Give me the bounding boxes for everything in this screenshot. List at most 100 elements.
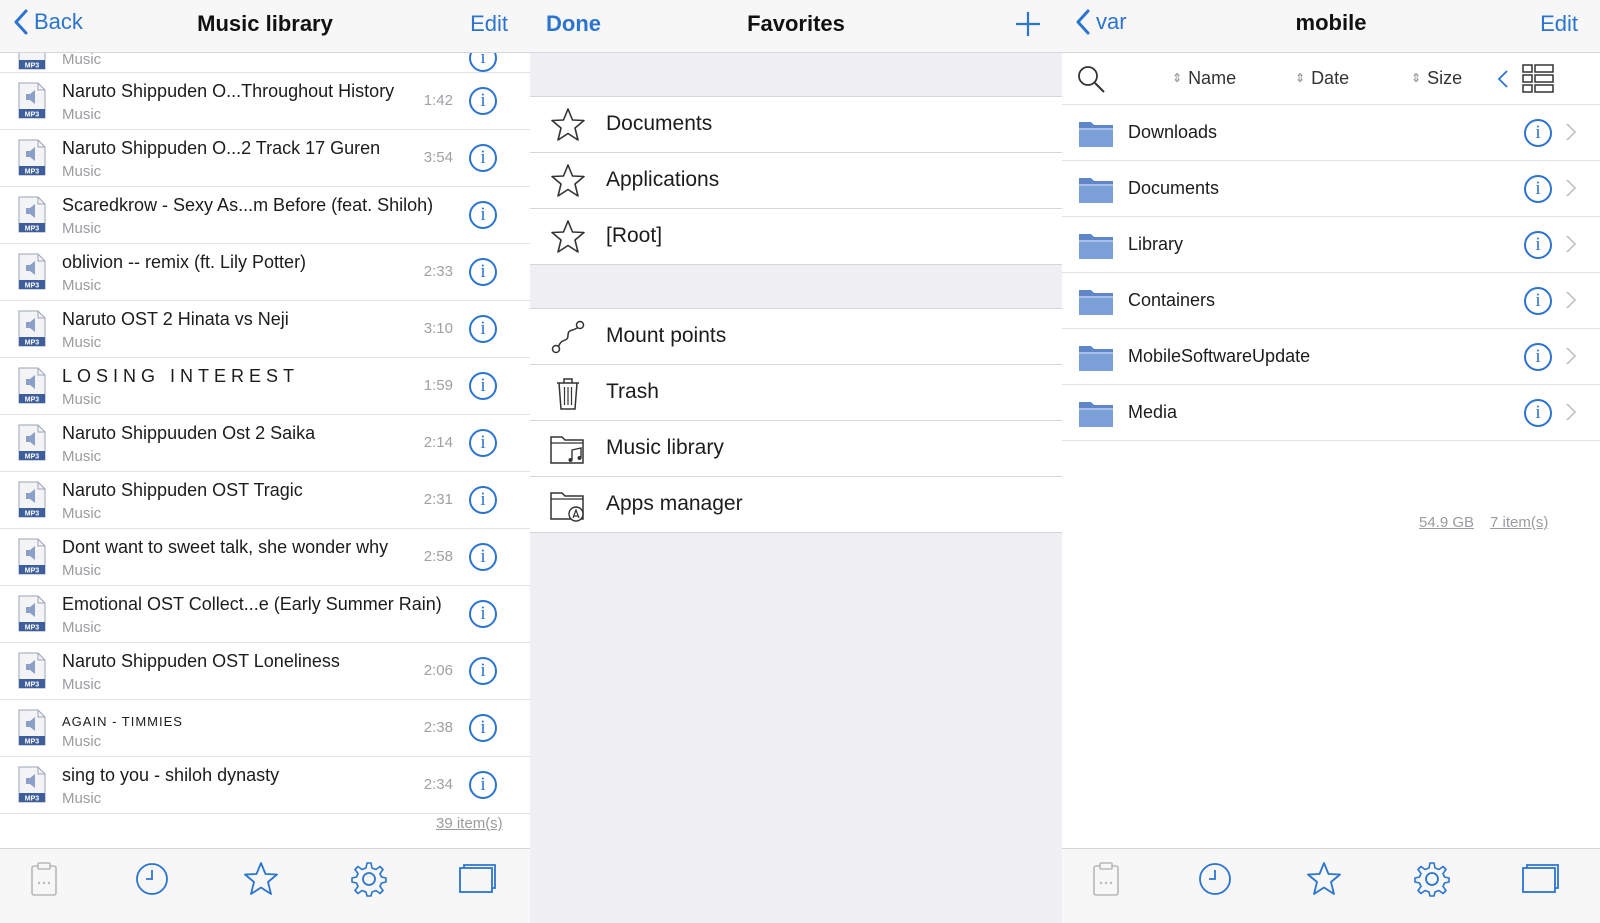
info-icon[interactable]: i [469, 486, 497, 514]
info-icon[interactable]: i [469, 372, 497, 400]
sort-by-date[interactable]: ⇕ Date [1295, 68, 1349, 89]
edit-button[interactable]: Edit [1540, 11, 1578, 37]
favorite-item[interactable]: Music library [530, 421, 1062, 477]
item-count[interactable]: 39 item(s) [436, 815, 503, 832]
folder-row[interactable]: Media i [1062, 385, 1600, 441]
folder-name: Downloads [1128, 122, 1218, 142]
info-icon[interactable]: i [469, 600, 497, 628]
sort-by-size[interactable]: ⇕ Size [1411, 68, 1462, 89]
trash-icon [557, 378, 579, 410]
favorite-label: Music library [606, 436, 724, 459]
info-icon[interactable]: i [469, 429, 497, 457]
search-icon[interactable] [1076, 64, 1106, 94]
song-duration: 2:34 [423, 776, 453, 793]
add-icon[interactable] [1014, 8, 1042, 40]
folder-row[interactable]: Containers i [1062, 273, 1600, 329]
favorite-item[interactable]: [Root] [530, 209, 1062, 265]
song-duration: 1:59 [423, 377, 453, 394]
song-title: Naruto Shippuden OST Tragic [62, 480, 303, 500]
sort-name-label: Name [1188, 68, 1237, 88]
info-icon[interactable]: i [1524, 119, 1552, 147]
sort-by-name[interactable]: ⇕ Name [1172, 68, 1236, 89]
clipboard-icon[interactable] [1086, 859, 1126, 899]
chevron-right-icon [1566, 347, 1576, 365]
list-item[interactable]: MP3 sing to you - shiloh dynasty Music 2:34… [0, 757, 530, 814]
mp3-file-icon: MP3 [18, 424, 46, 461]
song-subtitle: Music [62, 733, 102, 750]
chevron-left-icon [1076, 9, 1090, 35]
list-item[interactable]: MP3 Naruto Shippuuden Ost 2 Saika Music 2:1… [0, 415, 530, 472]
svg-text:MP3: MP3 [25, 454, 40, 461]
info-icon[interactable]: i [469, 87, 497, 115]
favorite-label: [Root] [606, 224, 663, 247]
gear-icon[interactable] [349, 859, 389, 899]
song-subtitle: Music [62, 277, 102, 294]
back-button[interactable]: var [1076, 9, 1127, 35]
list-item[interactable]: MP3 Emotional OST Collect...e (Early Summ… [0, 586, 530, 643]
edit-button[interactable]: Edit [470, 11, 508, 37]
list-item[interactable]: MP3 oblivion -- remix (ft. Lily Potter) Mu… [0, 244, 530, 301]
list-item[interactable]: MP3 Dont want to sweet talk, she wonder w… [0, 529, 530, 586]
back-button[interactable]: Back [14, 9, 83, 35]
info-icon[interactable]: i [1524, 175, 1552, 203]
clock-icon[interactable] [132, 859, 172, 899]
info-icon[interactable]: i [1524, 399, 1552, 427]
chevron-left-icon[interactable] [1498, 70, 1508, 88]
list-item[interactable]: MP3 Music i [0, 33, 530, 73]
mp3-file-icon: MP3 [18, 481, 46, 518]
list-item[interactable]: MP3 Naruto Shippuden O...Throughout Histo… [0, 73, 530, 130]
list-item[interactable]: MP3 Naruto Shippuden OST Tragic Music 2:31 i [0, 472, 530, 529]
mp3-file-icon: MP3 [18, 196, 46, 233]
done-button[interactable]: Done [546, 11, 601, 37]
list-item[interactable]: MP3 again - timmies Music 2:38 i [0, 700, 530, 757]
list-item[interactable]: MP3 Naruto Shippuden OST Loneliness Music 2… [0, 643, 530, 700]
folder-row[interactable]: MobileSoftwareUpdate i [1062, 329, 1600, 385]
song-title: Naruto Shippuden O...2 Track 17 Guren [62, 138, 381, 158]
favorite-item[interactable]: Documents [530, 97, 1062, 153]
folder-name: Library [1128, 234, 1184, 254]
favorite-item[interactable]: Applications [530, 153, 1062, 209]
info-icon[interactable]: i [1524, 343, 1552, 371]
music-library-panel: Back Music library Edit MP3 Music i MP3 N… [0, 0, 530, 923]
favorite-item[interactable]: Apps manager [530, 477, 1062, 533]
info-icon[interactable]: i [469, 144, 497, 172]
windows-icon[interactable] [1520, 859, 1560, 899]
list-item[interactable]: MP3 Naruto Shippuden O...2 Track 17 Guren… [0, 130, 530, 187]
clipboard-icon[interactable] [24, 859, 64, 899]
song-subtitle: Music [62, 106, 102, 123]
favorite-item[interactable]: Mount points [530, 309, 1062, 365]
star-icon[interactable] [1304, 859, 1344, 899]
info-icon[interactable]: i [469, 771, 497, 799]
info-icon[interactable]: i [469, 714, 497, 742]
favorite-item[interactable]: Trash [530, 365, 1062, 421]
info-icon[interactable]: i [469, 258, 497, 286]
folder-row[interactable]: Documents i [1062, 161, 1600, 217]
gear-icon[interactable] [1412, 859, 1452, 899]
list-view-icon[interactable] [1522, 63, 1554, 95]
list-item[interactable]: MP3 Naruto OST 2 Hinata vs Neji Music 3:10 i [0, 301, 530, 358]
song-title: Emotional OST Collect...e (Early Summer … [62, 594, 442, 614]
svg-text:MP3: MP3 [25, 568, 40, 575]
folder-icon [1079, 234, 1113, 259]
windows-icon[interactable] [457, 859, 497, 899]
mp3-file-icon: MP3 [18, 709, 46, 746]
folder-row[interactable]: Downloads i [1062, 105, 1600, 161]
favorites-group: Documents Applications [Root] [530, 97, 1062, 265]
svg-text:MP3: MP3 [25, 739, 40, 746]
info-icon[interactable]: i [469, 657, 497, 685]
list-item[interactable]: MP3 Scaredkrow - Sexy As...m Before (feat… [0, 187, 530, 244]
info-icon[interactable]: i [1524, 231, 1552, 259]
info-icon[interactable]: i [469, 315, 497, 343]
list-item[interactable]: MP3 LOSING INTEREST Music 1:59 i [0, 358, 530, 415]
info-icon[interactable]: i [469, 543, 497, 571]
folder-row[interactable]: Library i [1062, 217, 1600, 273]
svg-text:MP3: MP3 [25, 511, 40, 518]
clock-icon[interactable] [1195, 859, 1235, 899]
info-icon[interactable]: i [469, 201, 497, 229]
mount-points-icon [551, 320, 585, 354]
info-icon[interactable]: i [1524, 287, 1552, 315]
star-icon[interactable] [241, 859, 281, 899]
item-count[interactable]: 7 item(s) [1490, 514, 1548, 531]
song-title: Naruto Shippuden OST Loneliness [62, 651, 340, 671]
free-space[interactable]: 54.9 GB [1419, 514, 1474, 531]
